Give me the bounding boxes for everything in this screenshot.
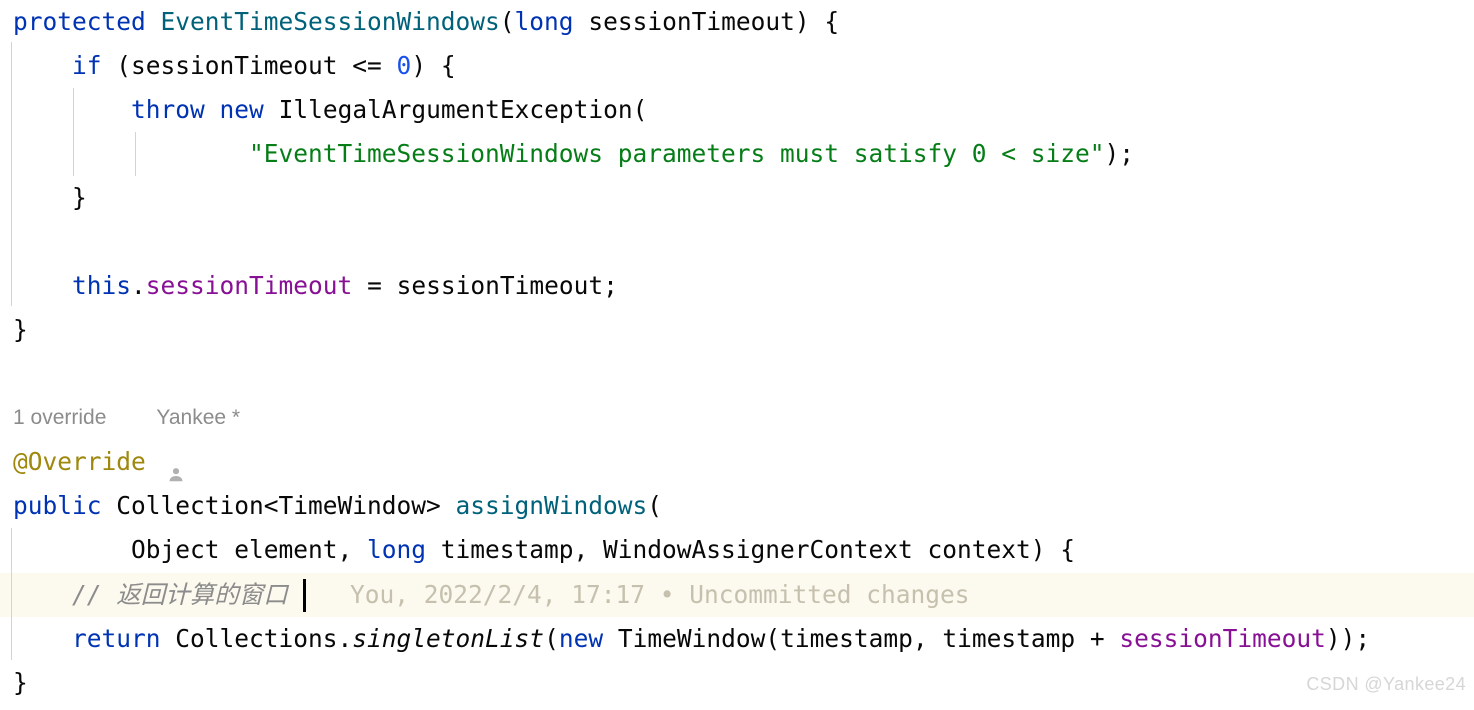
token-dot: . bbox=[131, 271, 146, 300]
token-keyword: long bbox=[514, 7, 574, 36]
token-keyword: protected bbox=[13, 7, 161, 36]
token-parameter: timestamp, WindowAssignerContext context… bbox=[426, 535, 1076, 564]
git-blame-text: You, 2022/2/4, 17:17 • Uncommitted chang… bbox=[350, 580, 970, 609]
watermark: CSDN @Yankee24 bbox=[1306, 674, 1466, 694]
code-line[interactable]: @Override bbox=[0, 440, 1474, 484]
override-count-hint[interactable]: 1 override bbox=[13, 396, 106, 440]
token-parameter: Object element, bbox=[13, 535, 368, 564]
token-keyword: new bbox=[558, 624, 604, 653]
code-line[interactable]: } bbox=[0, 308, 1474, 352]
code-line[interactable]: return Collections.singletonList(new Tim… bbox=[0, 617, 1474, 661]
person-icon bbox=[132, 411, 183, 482]
token-punctuation: ( bbox=[499, 7, 515, 36]
token-comment: // 返回计算的窗口 bbox=[72, 580, 288, 609]
author-hint[interactable]: Yankee * bbox=[156, 396, 240, 440]
token-static-method: singletonList bbox=[352, 624, 545, 653]
code-line[interactable]: public Collection<TimeWindow> assignWind… bbox=[0, 484, 1474, 528]
token-expression: TimeWindow(timestamp, timestamp + bbox=[603, 624, 1120, 653]
token-parameter: sessionTimeout) { bbox=[573, 7, 840, 36]
code-line[interactable]: if (sessionTimeout <= 0) { bbox=[0, 44, 1474, 88]
token-keyword: if bbox=[72, 51, 102, 80]
token-method-declaration: assignWindows bbox=[455, 491, 648, 520]
token-expression: (sessionTimeout <= bbox=[101, 51, 397, 80]
token-return-type: Collection<TimeWindow> bbox=[101, 491, 456, 520]
token-string: "EventTimeSessionWindows parameters must… bbox=[249, 139, 1105, 168]
code-line[interactable]: } bbox=[0, 661, 1474, 705]
token-punctuation: ( bbox=[544, 624, 559, 653]
code-line[interactable]: protected EventTimeSessionWindows(long s… bbox=[0, 0, 1474, 44]
token-class-name: EventTimeSessionWindows bbox=[160, 7, 500, 36]
token-class-reference: Collections. bbox=[160, 624, 353, 653]
token-number: 0 bbox=[396, 51, 412, 80]
token-expression: = sessionTimeout; bbox=[352, 271, 618, 300]
token-class-reference: IllegalArgumentException( bbox=[263, 95, 648, 124]
token-field: sessionTimeout bbox=[1119, 624, 1326, 653]
token-keyword: throw bbox=[131, 95, 205, 124]
token-brace: } bbox=[13, 668, 28, 697]
token-keyword: public bbox=[13, 491, 102, 520]
token-brace: } bbox=[13, 315, 28, 344]
code-line[interactable]: "EventTimeSessionWindows parameters must… bbox=[0, 132, 1474, 176]
code-line[interactable]: throw new IllegalArgumentException( bbox=[0, 88, 1474, 132]
token-keyword: new bbox=[219, 95, 264, 124]
inlay-hint-row[interactable]: 1 override Yankee * bbox=[13, 396, 240, 482]
token-brace: } bbox=[13, 183, 87, 212]
token-keyword: return bbox=[72, 624, 161, 653]
token-punctuation: ( bbox=[647, 491, 663, 520]
code-line[interactable]: this.sessionTimeout = sessionTimeout; bbox=[0, 264, 1474, 308]
token-field: sessionTimeout bbox=[145, 271, 353, 300]
code-line[interactable]: Object element, long timestamp, WindowAs… bbox=[0, 528, 1474, 572]
token-punctuation: ) { bbox=[411, 51, 456, 80]
token-punctuation: ); bbox=[1104, 139, 1135, 168]
token-keyword: long bbox=[367, 535, 427, 564]
token-annotation: @Override bbox=[13, 447, 146, 476]
code-editor[interactable]: protected EventTimeSessionWindows(long s… bbox=[0, 0, 1474, 710]
token-keyword: this bbox=[72, 271, 132, 300]
code-line-blank[interactable] bbox=[0, 220, 1474, 264]
code-line[interactable]: } bbox=[0, 176, 1474, 220]
code-line-blank[interactable] bbox=[0, 352, 1474, 396]
git-blame-annotation: You, 2022/2/4, 17:17 • Uncommitted chang… bbox=[350, 573, 970, 617]
token-punctuation: )); bbox=[1325, 624, 1371, 653]
text-caret bbox=[303, 579, 306, 612]
